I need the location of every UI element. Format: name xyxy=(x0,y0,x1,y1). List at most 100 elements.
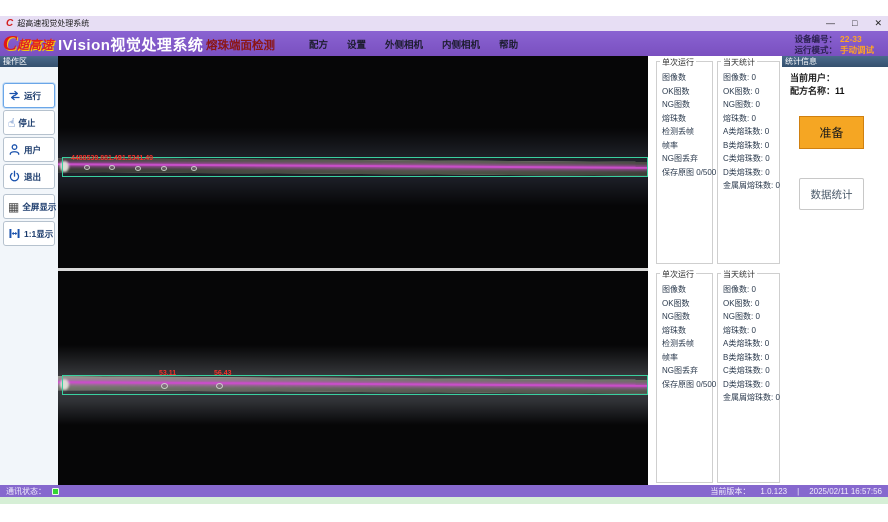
comm-status-indicator xyxy=(52,488,59,495)
stat-row: 图像数: 0 xyxy=(723,283,779,297)
stat-row: OK图数: 0 xyxy=(723,297,779,311)
fullscreen-button[interactable]: ▦ 全屏显示 xyxy=(3,194,55,219)
defect-marker xyxy=(191,166,197,171)
data-statistics-button[interactable]: 数据统计 xyxy=(799,178,864,210)
single-run-stats: 图像数OK图数NG图数熔珠数检测丢帧帧率NG图丢弃保存原图 0/500 xyxy=(657,274,712,391)
menu-item[interactable]: 内侧相机 xyxy=(439,35,483,53)
stat-row: 保存原图 0/500 xyxy=(662,166,712,180)
comm-status-label: 通讯状态： xyxy=(6,486,46,497)
app-logo-icon: C xyxy=(6,18,13,29)
group-title: 当天统计 xyxy=(721,269,757,280)
stat-row: 帧率 xyxy=(662,351,712,365)
menu-item[interactable]: 设置 xyxy=(344,35,369,53)
version-value: 1.0.123 xyxy=(760,487,787,496)
defect-marker xyxy=(161,383,168,389)
device-id-value: 22-33 xyxy=(840,34,882,44)
stat-row: OK图数 xyxy=(662,297,712,311)
camera-view-inner[interactable]: 53.1156.43 xyxy=(58,271,648,485)
single-run-stats: 图像数OK图数NG图数熔珠数检测丢帧帧率NG图丢弃保存原图 0/500 xyxy=(657,62,712,179)
stat-row: 图像数: 0 xyxy=(723,71,779,85)
stat-row: OK图数: 0 xyxy=(723,85,779,99)
stat-row: 金属屑熔珠数: 0 xyxy=(723,179,779,193)
stat-row: 熔珠数 xyxy=(662,112,712,126)
stat-row: NG图数 xyxy=(662,98,712,112)
status-bar: 通讯状态： 当前版本： 1.0.123 | 2025/02/11 16:57:5… xyxy=(0,485,888,497)
app-header: C 超高速 IVision视觉处理系统 熔珠端面检测 配方设置外侧相机内侧相机帮… xyxy=(0,31,888,56)
fullscreen-grid-icon: ▦ xyxy=(8,201,19,213)
recipe-value: 11 xyxy=(835,86,845,96)
one-to-one-icon xyxy=(8,227,21,240)
stat-row: A类熔珠数: 0 xyxy=(723,337,779,351)
stat-row: 保存原图 0/500 xyxy=(662,378,712,392)
stop-button[interactable]: ☝ 停止 xyxy=(3,110,55,135)
defect-marker xyxy=(84,165,90,170)
menu-item[interactable]: 配方 xyxy=(306,35,331,53)
run-mode-value: 手动调试 xyxy=(840,44,882,56)
stat-row: D类熔珠数: 0 xyxy=(723,166,779,180)
camera-view-outer[interactable]: 4488539.881.4931.5341.49 xyxy=(58,56,648,268)
module-name: 熔珠端面检测 xyxy=(206,37,275,53)
daily-stats: 图像数: 0OK图数: 0NG图数: 0熔珠数: 0A类熔珠数: 0B类熔珠数:… xyxy=(718,274,779,405)
menu-item[interactable]: 帮助 xyxy=(496,35,521,53)
one-to-one-label: 1:1显示 xyxy=(24,228,53,240)
stat-row: C类熔珠数: 0 xyxy=(723,364,779,378)
hand-stop-icon: ☝ xyxy=(8,117,15,129)
recipe-row: 配方名称：11 xyxy=(790,84,845,97)
brand-logo-icon: C xyxy=(3,31,17,56)
user-label: 用户 xyxy=(24,144,41,156)
close-icon[interactable]: ✕ xyxy=(874,19,882,28)
run-button[interactable]: 运行 xyxy=(3,83,55,108)
one-to-one-button[interactable]: 1:1显示 xyxy=(3,221,55,246)
user-icon xyxy=(8,143,21,156)
measurement-annotation: 31.5341.49 xyxy=(118,155,153,162)
defect-marker xyxy=(109,165,115,170)
stat-row: D类熔珠数: 0 xyxy=(723,378,779,392)
maximize-icon[interactable]: □ xyxy=(852,19,857,28)
info-panel-title: 统计信息 xyxy=(782,56,888,67)
stat-row: 图像数 xyxy=(662,71,712,85)
brand-logo-text: 超高速 xyxy=(17,36,53,53)
prepare-button[interactable]: 准备 xyxy=(799,116,864,149)
stat-row: NG图数: 0 xyxy=(723,98,779,112)
current-user-row: 当前用户： xyxy=(790,71,835,84)
exit-label: 退出 xyxy=(24,171,41,183)
defect-marker xyxy=(135,166,141,171)
bottom-edge-strip xyxy=(0,497,888,504)
run-label: 运行 xyxy=(24,90,41,102)
stat-row: 熔珠数 xyxy=(662,324,712,338)
camera2-single-run-group: 单次运行 图像数OK图数NG图数熔珠数检测丢帧帧率NG图丢弃保存原图 0/500 xyxy=(656,273,713,483)
measurement-annotation: 53.11 xyxy=(159,370,176,377)
camera2-roi-box xyxy=(62,375,648,395)
daily-stats: 图像数: 0OK图数: 0NG图数: 0熔珠数: 0A类熔珠数: 0B类熔珠数:… xyxy=(718,62,779,193)
defect-marker xyxy=(161,166,167,171)
stat-row: 熔珠数: 0 xyxy=(723,324,779,338)
info-panel: 统计信息 当前用户： 配方名称：11 准备 数据统计 xyxy=(782,56,888,485)
window-titlebar: C 超高速视觉处理系统 — □ ✕ xyxy=(0,16,888,31)
version-label: 当前版本： xyxy=(710,486,750,497)
camera1-single-run-group: 单次运行 图像数OK图数NG图数熔珠数检测丢帧帧率NG图丢弃保存原图 0/500 xyxy=(656,61,713,264)
datetime-value: 2025/02/11 16:57:56 xyxy=(809,487,882,496)
main-menu: 配方设置外侧相机内侧相机帮助 xyxy=(306,31,521,56)
current-user-label: 当前用户： xyxy=(790,73,835,83)
status-separator: | xyxy=(797,487,799,496)
minimize-icon[interactable]: — xyxy=(826,19,835,28)
measurement-annotation: 4488539.881.49 xyxy=(71,155,122,162)
stat-row: B类熔珠数: 0 xyxy=(723,351,779,365)
app-name: IVision视觉处理系统 xyxy=(58,34,203,55)
sidebar-title: 操作区 xyxy=(0,56,58,67)
stat-row: 帧率 xyxy=(662,139,712,153)
stat-row: OK图数 xyxy=(662,85,712,99)
group-title: 单次运行 xyxy=(660,269,696,280)
operation-sidebar: 操作区 运行 ☝ 停止 用户 退出 ▦ 全 xyxy=(0,56,58,485)
group-title: 当天统计 xyxy=(721,57,757,68)
menu-item[interactable]: 外侧相机 xyxy=(382,35,426,53)
camera2-daily-stats-group: 当天统计 图像数: 0OK图数: 0NG图数: 0熔珠数: 0A类熔珠数: 0B… xyxy=(717,273,780,483)
stat-row: NG图丢弃 xyxy=(662,152,712,166)
stat-row: 检测丢帧 xyxy=(662,125,712,139)
stat-row: 检测丢帧 xyxy=(662,337,712,351)
exit-button[interactable]: 退出 xyxy=(3,164,55,189)
stat-row: NG图数 xyxy=(662,310,712,324)
recipe-label: 配方名称： xyxy=(790,86,835,96)
stat-row: C类熔珠数: 0 xyxy=(723,152,779,166)
user-button[interactable]: 用户 xyxy=(3,137,55,162)
